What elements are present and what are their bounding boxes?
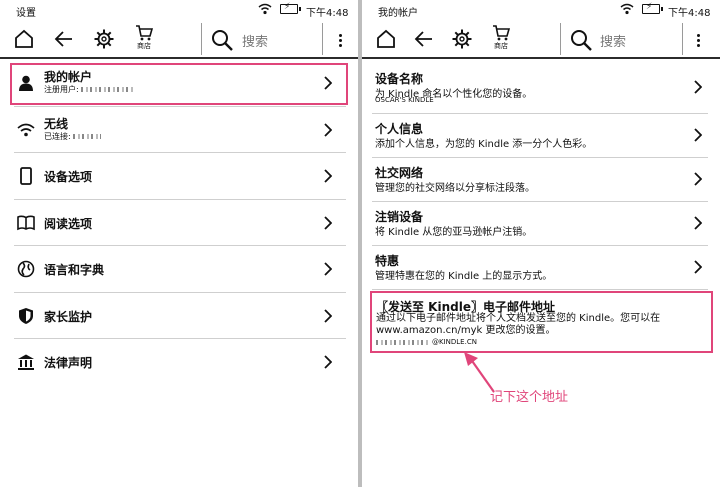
item-label: 法律声明 xyxy=(44,356,93,370)
menu-button[interactable] xyxy=(332,27,348,53)
chevron-right-icon xyxy=(694,172,702,186)
account-item-social-networks[interactable]: 社交网络 管理您的社交网络以分享标注段落。 xyxy=(372,158,708,202)
search-icon[interactable] xyxy=(569,28,593,52)
court-icon xyxy=(17,353,35,371)
account-item-device-name[interactable]: 设备名称 为 Kindle 命名以个性化您的设备。 OSCAR'S KINDLE xyxy=(372,64,708,114)
gear-icon xyxy=(452,29,472,49)
item-desc: 将 Kindle 从您的亚马逊帐户注销。 xyxy=(375,227,533,238)
account-list: 设备名称 为 Kindle 命名以个性化您的设备。 OSCAR'S KINDLE… xyxy=(372,64,708,290)
menu-button[interactable] xyxy=(690,27,706,53)
wifi-icon xyxy=(17,121,35,139)
status-title: 设置 xyxy=(16,8,36,19)
chevron-right-icon xyxy=(694,216,702,230)
email-section-desc: 通过以下电子邮件地址将个人文档发送至您的 Kindle。您可以在 www.ama… xyxy=(376,313,661,336)
settings-item-reading-options[interactable]: 阅读选项 xyxy=(14,200,346,246)
device-name-value: OSCAR'S KINDLE xyxy=(375,96,434,104)
item-label: 语言和字典 xyxy=(44,263,105,277)
status-bar: 设置 ⚡ 下午4:48 xyxy=(0,0,358,20)
redacted-text xyxy=(376,339,428,345)
cart-icon xyxy=(136,25,153,41)
store-label: 商店 xyxy=(494,42,508,50)
item-desc: 管理您的社交网络以分享标注段落。 xyxy=(375,183,535,194)
item-label: 无线 xyxy=(44,116,69,131)
account-item-deregister[interactable]: 注销设备 将 Kindle 从您的亚马逊帐户注销。 xyxy=(372,202,708,246)
search-input[interactable]: 搜索 xyxy=(600,31,626,50)
item-label: 家长监护 xyxy=(44,309,93,324)
back-button[interactable] xyxy=(410,25,438,53)
account-item-personal-info[interactable]: 个人信息 添加个人信息，为您的 Kindle 添一分个人色彩。 xyxy=(372,114,708,158)
home-button[interactable] xyxy=(10,25,38,53)
shield-icon xyxy=(17,307,35,325)
my-account-panel: 我的帐户 ⚡ 下午4:48 商店 搜索 设备名称 为 Kindle 命名以个性化… xyxy=(362,0,720,487)
chevron-right-icon xyxy=(324,76,332,90)
toolbar-separator xyxy=(322,23,323,55)
send-to-kindle-email-section: 〖发送至 Kindle〗电子邮件地址 通过以下电子邮件地址将个人文档发送至您的 … xyxy=(370,291,713,353)
item-desc: 管理特惠在您的 Kindle 上的显示方式。 xyxy=(375,271,553,282)
home-icon xyxy=(377,29,395,48)
battery-icon: ⚡ xyxy=(280,2,301,14)
home-icon xyxy=(15,29,33,48)
chevron-right-icon xyxy=(324,355,332,369)
settings-item-wireless[interactable]: 无线 已连接: xyxy=(14,107,346,153)
item-label: 我的帐户 xyxy=(44,70,93,84)
settings-panel: 设置 ⚡ 下午4:48 商店 搜索 我的帐户 注册用户: 无线 已连接: 设备选… xyxy=(0,0,358,487)
toolbar-separator xyxy=(560,23,561,55)
kindle-email-address: @KINDLE.CN xyxy=(376,338,477,346)
chevron-right-icon xyxy=(324,122,332,137)
search-input[interactable]: 搜索 xyxy=(242,31,268,50)
redacted-text xyxy=(81,87,134,92)
wifi-status-icon xyxy=(258,3,272,15)
back-arrow-icon xyxy=(54,31,72,47)
status-time: 下午4:48 xyxy=(306,8,349,19)
back-arrow-icon xyxy=(414,31,432,47)
status-time: 下午4:48 xyxy=(668,8,711,19)
chevron-right-icon xyxy=(324,262,332,276)
toolbar-separator xyxy=(201,23,202,55)
toolbar: 商店 搜索 xyxy=(362,21,720,59)
settings-item-legal[interactable]: 法律声明 xyxy=(14,339,346,386)
annotation-label: 记下这个地址 xyxy=(490,390,569,405)
status-bar: 我的帐户 ⚡ 下午4:48 xyxy=(362,0,720,20)
device-icon xyxy=(17,167,35,185)
person-icon xyxy=(17,74,35,92)
globe-icon xyxy=(17,260,35,278)
store-button[interactable]: 商店 xyxy=(129,24,159,56)
chevron-right-icon xyxy=(324,169,332,183)
store-button[interactable]: 商店 xyxy=(486,24,516,56)
settings-item-device-options[interactable]: 设备选项 xyxy=(14,153,346,200)
status-title: 我的帐户 xyxy=(378,8,418,19)
cart-icon xyxy=(493,25,510,41)
chevron-right-icon xyxy=(324,215,332,230)
battery-icon: ⚡ xyxy=(642,2,663,14)
item-desc: 添加个人信息，为您的 Kindle 添一分个人色彩。 xyxy=(375,139,593,150)
item-sub: 注册用户: xyxy=(44,84,137,95)
settings-item-language[interactable]: 语言和字典 xyxy=(14,246,346,293)
settings-item-parental-controls[interactable]: 家长监护 xyxy=(14,293,346,339)
settings-list: 我的帐户 注册用户: 无线 已连接: 设备选项 阅读选项 语言和字典 家长监护 … xyxy=(10,60,348,386)
home-button[interactable] xyxy=(372,25,400,53)
gear-icon xyxy=(94,29,114,49)
toolbar: 商店 搜索 xyxy=(0,21,358,59)
redacted-text xyxy=(73,133,102,139)
search-icon[interactable] xyxy=(210,28,234,52)
toolbar-separator xyxy=(682,23,683,55)
book-icon xyxy=(17,214,35,232)
item-label: 阅读选项 xyxy=(44,216,93,231)
chevron-right-icon xyxy=(694,80,702,94)
item-label: 设备选项 xyxy=(44,170,93,184)
store-label: 商店 xyxy=(137,42,151,50)
chevron-right-icon xyxy=(694,260,702,274)
chevron-right-icon xyxy=(694,128,702,142)
settings-button[interactable] xyxy=(448,25,476,53)
back-button[interactable] xyxy=(50,25,78,53)
settings-button[interactable] xyxy=(90,25,118,53)
item-sub: 已连接: xyxy=(44,131,105,142)
wifi-status-icon xyxy=(620,3,634,15)
account-item-special-offers[interactable]: 特惠 管理特惠在您的 Kindle 上的显示方式。 xyxy=(372,246,708,290)
settings-item-my-account[interactable]: 我的帐户 注册用户: xyxy=(10,60,348,107)
chevron-right-icon xyxy=(324,308,332,323)
